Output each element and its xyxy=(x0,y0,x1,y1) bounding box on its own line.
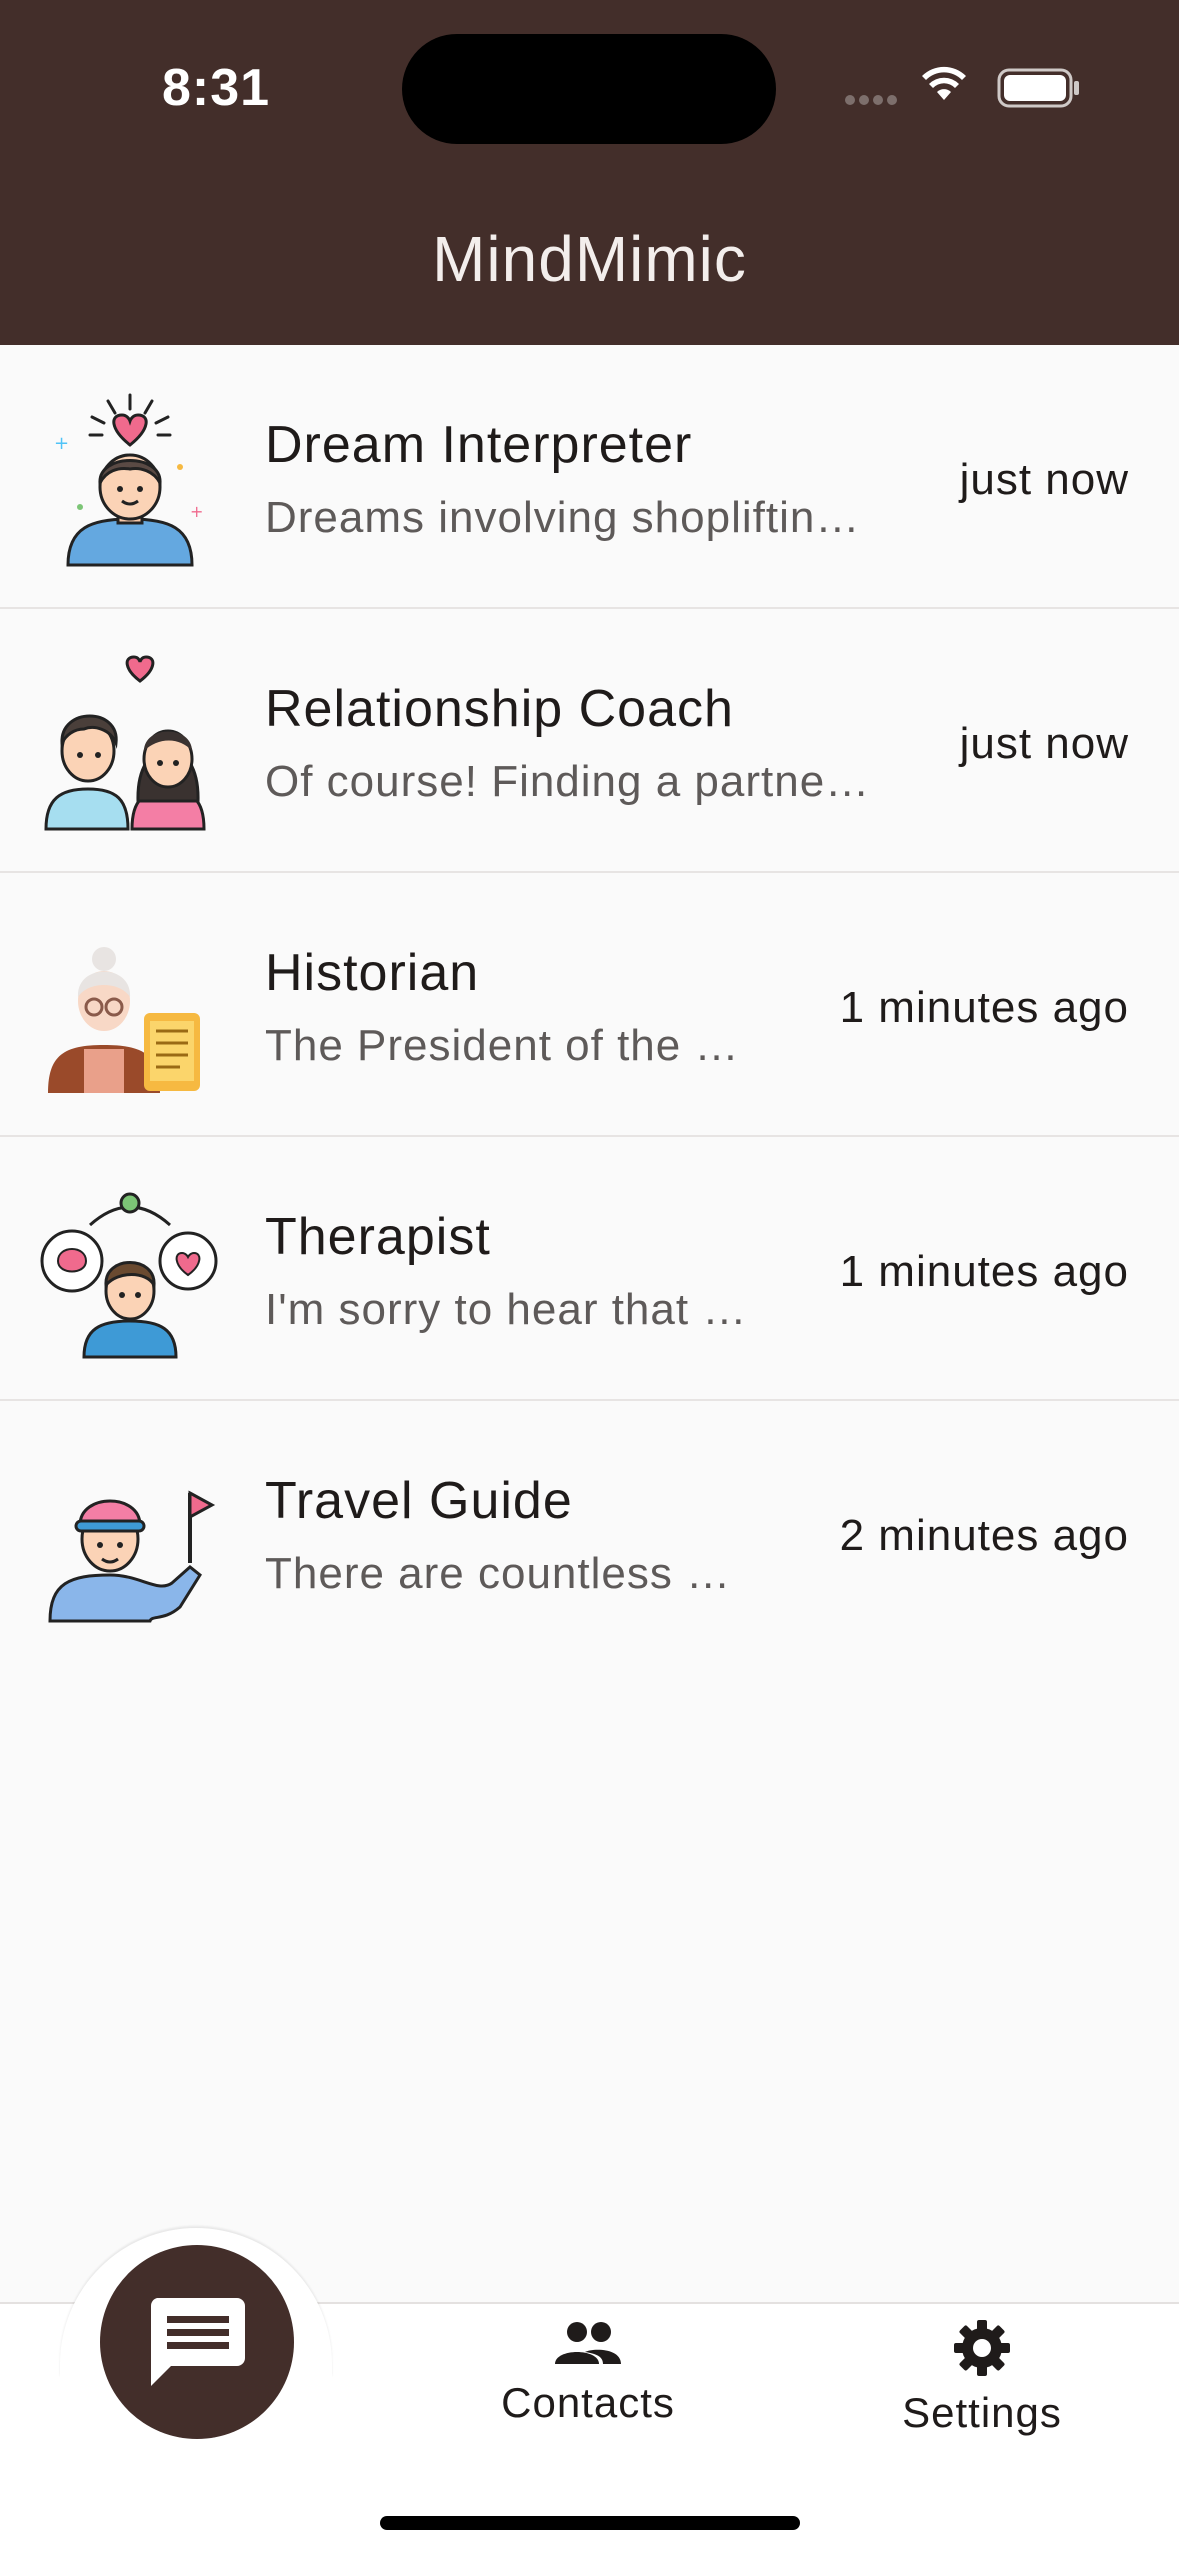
therapist-avatar-icon xyxy=(40,1192,218,1359)
chat-title: Therapist xyxy=(265,1208,491,1266)
chat-item-relationship-coach[interactable]: Relationship Coach Of course! Finding a … xyxy=(0,609,1179,873)
travel-guide-avatar-icon xyxy=(48,1490,216,1623)
chat-title: Relationship Coach xyxy=(265,680,734,738)
tab-chats[interactable] xyxy=(100,2245,294,2439)
wifi-icon xyxy=(922,66,966,100)
chat-preview: There are countless … xyxy=(265,1549,732,1598)
chat-icon xyxy=(150,2298,245,2386)
battery-icon xyxy=(997,68,1079,108)
chat-timestamp: just now xyxy=(959,719,1129,768)
chat-preview: Dreams involving shopliftin… xyxy=(265,493,861,542)
chat-timestamp: 2 minutes ago xyxy=(839,1511,1129,1560)
chat-item-travel-guide[interactable]: Travel Guide There are countless … 2 min… xyxy=(0,1401,1179,1665)
chat-list: + + Dream Interpreter Dreams involving s… xyxy=(0,345,1179,1665)
chat-item-historian[interactable]: Historian The President of the … 1 minut… xyxy=(0,873,1179,1137)
tab-contacts-label: Contacts xyxy=(501,2379,675,2426)
status-time: 8:31 xyxy=(162,59,271,117)
svg-text:+: + xyxy=(190,502,203,521)
tab-contacts[interactable]: Contacts xyxy=(458,2318,718,2427)
chat-item-therapist[interactable]: Therapist I'm sorry to hear that … 1 min… xyxy=(0,1137,1179,1401)
people-icon xyxy=(555,2322,621,2364)
tab-settings[interactable]: Settings xyxy=(852,2318,1112,2437)
app-title: MindMimic xyxy=(432,223,747,295)
dynamic-island xyxy=(402,34,776,144)
chat-timestamp: 1 minutes ago xyxy=(839,983,1129,1032)
chat-timestamp: 1 minutes ago xyxy=(839,1247,1129,1296)
chat-title: Historian xyxy=(265,944,480,1002)
home-indicator xyxy=(380,2516,800,2530)
chat-title: Travel Guide xyxy=(265,1472,573,1530)
app-screen: 8:31 MindMimic + + Dream Interpreter Dre… xyxy=(0,0,1179,2556)
chat-preview: I'm sorry to hear that … xyxy=(265,1285,748,1334)
cellular-signal-icon xyxy=(845,92,901,110)
chat-item-dream-interpreter[interactable]: + + Dream Interpreter Dreams involving s… xyxy=(0,345,1179,609)
tab-settings-label: Settings xyxy=(902,2389,1062,2436)
svg-text:+: + xyxy=(54,433,69,454)
historian-avatar-icon xyxy=(48,947,200,1093)
app-header: 8:31 MindMimic xyxy=(0,0,1179,345)
dream-interpreter-avatar-icon: + + xyxy=(54,393,203,567)
relationship-coach-avatar-icon xyxy=(44,655,206,831)
chat-title: Dream Interpreter xyxy=(265,416,693,474)
chat-timestamp: just now xyxy=(959,455,1129,504)
chat-preview: The President of the … xyxy=(265,1021,740,1070)
gear-icon xyxy=(954,2320,1010,2376)
chat-preview: Of course! Finding a partne… xyxy=(265,757,871,806)
